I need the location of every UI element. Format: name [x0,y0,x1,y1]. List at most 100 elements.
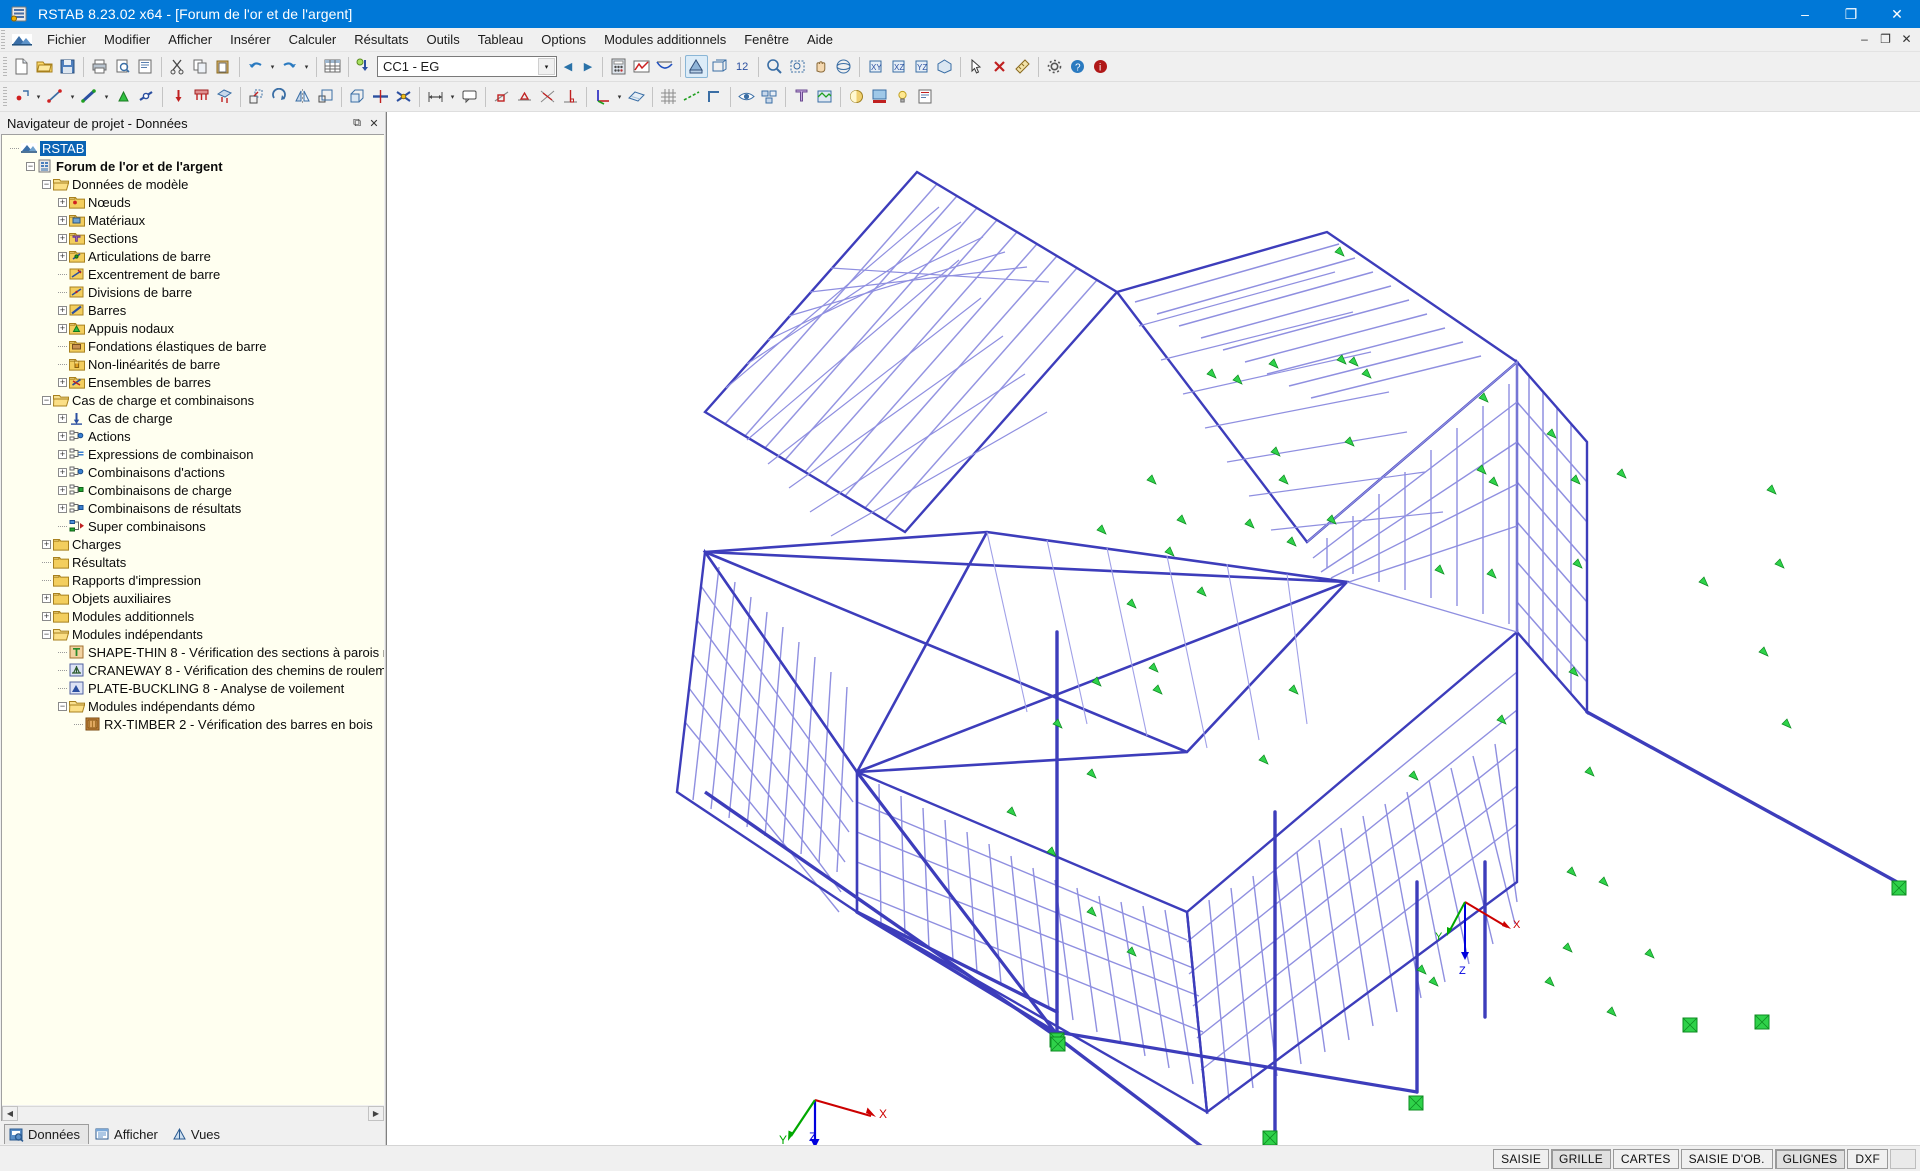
tree-item-n-uds[interactable]: +Nœuds [10,193,384,211]
new-member-dropdown-icon[interactable]: ▾ [101,85,112,108]
menu-item-afficher[interactable]: Afficher [159,30,221,49]
status-toggle-saisie[interactable]: SAISIE [1493,1149,1549,1169]
help-icon[interactable]: ? [1066,55,1089,78]
copy-icon[interactable] [189,55,212,78]
section-library-icon[interactable] [790,85,813,108]
menu-item-aide[interactable]: Aide [798,30,842,49]
expand-icon[interactable]: + [58,468,67,477]
coordinate-system-dropdown-icon[interactable]: ▾ [614,85,625,108]
new-line-icon[interactable] [44,85,67,108]
comment-icon[interactable] [458,85,481,108]
tree-item-charges[interactable]: +Charges [10,535,384,553]
tree-item-rapports-d-impression[interactable]: Rapports d'impression [10,571,384,589]
cut-icon[interactable] [166,55,189,78]
print-preview-icon[interactable] [111,55,134,78]
tree-item-combinaisons-d-actions[interactable]: +Combinaisons d'actions [10,463,384,481]
expand-icon[interactable]: + [58,306,67,315]
pan-icon[interactable] [809,55,832,78]
paste-icon[interactable] [212,55,235,78]
pin-icon[interactable]: ⧉ [350,116,364,130]
navigator-tree-container[interactable]: RSTAB−Forum de l'or et de l'argent−Donné… [1,134,384,1105]
select-objects-icon[interactable] [965,55,988,78]
maximize-button[interactable]: ❐ [1828,0,1874,28]
mdi-close-button[interactable]: ✕ [1897,30,1916,48]
measure-icon[interactable] [1011,55,1034,78]
new-member-icon[interactable] [78,85,101,108]
tree-item-forum-de-l-or-et-de-l-argent[interactable]: −Forum de l'or et de l'argent [10,157,384,175]
expand-icon[interactable]: + [58,486,67,495]
results-display-icon[interactable] [630,55,653,78]
tree-item-r-sultats[interactable]: Résultats [10,553,384,571]
view-yz-icon[interactable]: YZ [910,55,933,78]
scale-objects-icon[interactable] [314,85,337,108]
expand-icon[interactable]: + [42,540,51,549]
expand-icon[interactable]: + [58,504,67,513]
open-file-icon[interactable] [33,55,56,78]
new-node-dropdown-icon[interactable]: ▾ [33,85,44,108]
scroll-left-button[interactable]: ◀ [2,1106,18,1121]
minimize-button[interactable]: – [1782,0,1828,28]
view-xz-icon[interactable]: XZ [887,55,910,78]
navigator-tab-afficher[interactable]: Afficher [91,1125,166,1144]
tree-item-fondations-lastiques-de-barre[interactable]: Fondations élastiques de barre [10,337,384,355]
load-case-dropdown-arrow[interactable]: ▾ [538,58,555,75]
new-line-dropdown-icon[interactable]: ▾ [67,85,78,108]
navigator-tab-vues[interactable]: Vues [168,1125,228,1144]
tree-item-rstab[interactable]: RSTAB [10,139,384,157]
expand-icon[interactable]: + [42,594,51,603]
scroll-right-button[interactable]: ▶ [368,1106,384,1121]
collapse-icon[interactable]: − [42,630,51,639]
status-toggle-dxf[interactable]: DXF [1847,1149,1888,1169]
tree-item-combinaisons-de-r-sultats[interactable]: +Combinaisons de résultats [10,499,384,517]
grid-toggle-icon[interactable] [657,85,680,108]
scroll-track[interactable] [18,1106,368,1121]
menu-item-fichier[interactable]: Fichier [38,30,95,49]
tree-item-divisions-de-barre[interactable]: Divisions de barre [10,283,384,301]
show-numbering-icon[interactable]: 12 [731,55,754,78]
snap-node-icon[interactable] [490,85,513,108]
tree-item-combinaisons-de-charge[interactable]: +Combinaisons de charge [10,481,384,499]
tree-item-objets-auxiliaires[interactable]: +Objets auxiliaires [10,589,384,607]
menu-item-calculer[interactable]: Calculer [280,30,346,49]
group-visibility-icon[interactable] [758,85,781,108]
menu-item-modifier[interactable]: Modifier [95,30,159,49]
tree-item-mat-riaux[interactable]: +Matériaux [10,211,384,229]
expand-icon[interactable]: + [58,252,67,261]
tree-item-cas-de-charge[interactable]: +Cas de charge [10,409,384,427]
wireframe-icon[interactable] [708,55,731,78]
menu-item-options[interactable]: Options [532,30,595,49]
menu-item-fen-tre[interactable]: Fenêtre [735,30,798,49]
work-plane-icon[interactable] [625,85,648,108]
tree-item-craneway-8-v-rification-des-chemins-de-r[interactable]: CRANEWAY 8 - Vérification des chemins de… [10,661,384,679]
expand-icon[interactable]: + [58,324,67,333]
tree-item-expressions-de-combinaison[interactable]: +Expressions de combinaison [10,445,384,463]
tree-item-super-combinaisons[interactable]: Super combinaisons [10,517,384,535]
rotate-objects-icon[interactable] [268,85,291,108]
printout-report-icon[interactable] [134,55,157,78]
expand-icon[interactable]: + [58,198,67,207]
load-case-combo[interactable]: CC1 - EG ▾ [377,56,557,77]
undo-icon[interactable] [244,55,267,78]
view-xy-icon[interactable]: XY [864,55,887,78]
view-iso-icon[interactable] [933,55,956,78]
tree-item-non-lin-arit-s-de-barre[interactable]: Non-linéarités de barre [10,355,384,373]
tree-item-cas-de-charge-et-combinaisons[interactable]: −Cas de charge et combinaisons [10,391,384,409]
expand-icon[interactable]: + [58,414,67,423]
move-copy-icon[interactable] [245,85,268,108]
menu-item-outils[interactable]: Outils [417,30,468,49]
status-toggle-grille[interactable]: GRILLE [1551,1149,1611,1169]
render-quality-icon[interactable] [845,85,868,108]
redo-dropdown-icon[interactable]: ▾ [301,55,312,78]
guideline-icon[interactable] [680,85,703,108]
member-load-icon[interactable] [190,85,213,108]
delete-objects-icon[interactable] [988,55,1011,78]
zoom-all-icon[interactable] [786,55,809,78]
extrude-icon[interactable] [346,85,369,108]
snap-perpendicular-icon[interactable] [559,85,582,108]
tree-item-rx-timber-2-v-rification-des-barres-en-b[interactable]: RX-TIMBER 2 - Vérification des barres en… [10,715,384,733]
table-view-icon[interactable] [321,55,344,78]
collapse-icon[interactable]: − [58,702,67,711]
collapse-icon[interactable]: − [26,162,35,171]
expand-icon[interactable]: + [58,432,67,441]
status-toggle-cartes[interactable]: CARTES [1613,1149,1679,1169]
